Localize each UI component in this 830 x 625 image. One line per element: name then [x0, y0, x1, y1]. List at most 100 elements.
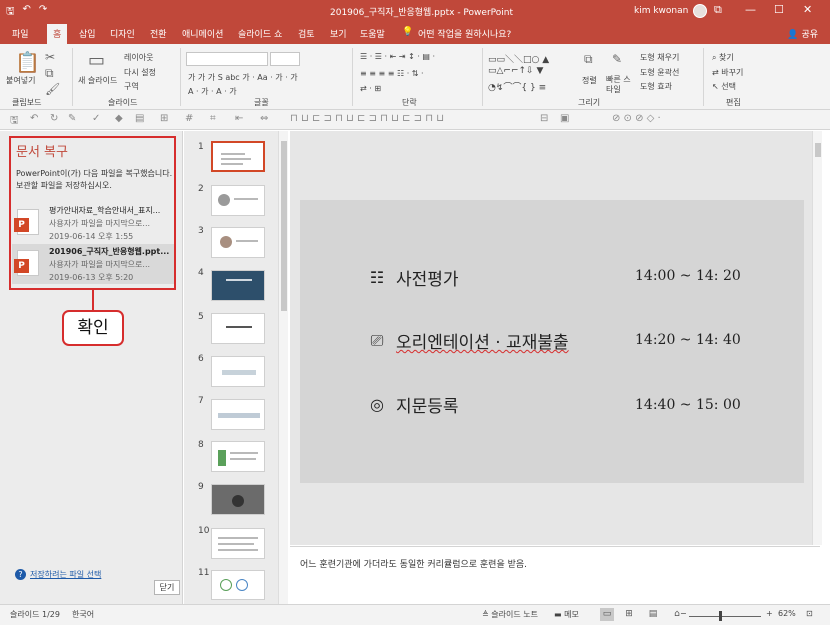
avatar[interactable]: [693, 4, 708, 18]
slide-thumbnail[interactable]: [211, 441, 265, 472]
shapes-gallery-row2[interactable]: ▭△⌐⌐↑⇩ ▼: [488, 66, 543, 76]
minimize-button[interactable]: —: [745, 3, 756, 16]
slide-notes-button[interactable]: ≜ 슬라이드 노트: [482, 609, 538, 620]
slide-thumbnail[interactable]: [211, 227, 265, 258]
reading-view-button[interactable]: ▤: [646, 608, 660, 621]
tell-me-search[interactable]: 어떤 작업을 원하시나요?: [418, 27, 511, 40]
new-slide-icon[interactable]: ▭: [88, 50, 105, 71]
close-window-button[interactable]: ✕: [803, 3, 812, 16]
maximize-button[interactable]: ☐: [774, 3, 784, 16]
redo-icon[interactable]: ↷: [39, 4, 47, 21]
tab-help[interactable]: 도움말: [360, 27, 385, 40]
tab-review[interactable]: 검토: [298, 27, 315, 40]
save-icon[interactable]: 🖫: [10, 113, 19, 130]
slide-thumbnail[interactable]: [211, 399, 265, 430]
format-painter-icon[interactable]: 🖌: [45, 82, 60, 96]
normal-view-button[interactable]: ▭: [600, 608, 614, 621]
quick-styles-button[interactable]: 빠른 스타일: [606, 75, 636, 95]
recovery-file-item[interactable]: P 평가안내자료_학습안내서_표지... 사용자가 파일을 마지막으로... 2…: [12, 203, 174, 243]
shape-fill-button[interactable]: 도형 채우기: [640, 52, 679, 63]
shape-effects-button[interactable]: 도형 효과: [640, 81, 672, 92]
comments-button[interactable]: ▬ 메모: [554, 609, 579, 620]
replace-button[interactable]: ⇄ 바꾸기: [712, 67, 743, 78]
zoom-out-button[interactable]: −: [680, 609, 687, 618]
ribbon-display-options-button[interactable]: ⧉: [714, 3, 722, 17]
font-formatting-buttons[interactable]: 가 가 가 S abc 가 · Aa · 가 · 가: [188, 72, 298, 83]
list-buttons[interactable]: ☰ · ☰ · ⇤ ⇥ ↕ · ▤ ·: [360, 52, 435, 61]
slide-thumbnail[interactable]: [211, 313, 265, 344]
slide-sorter-button[interactable]: ⊞: [622, 608, 636, 621]
redo-icon[interactable]: ↻: [50, 113, 58, 124]
font-size-input[interactable]: [270, 52, 300, 66]
zoom-slider-knob[interactable]: [719, 611, 722, 621]
font-name-input[interactable]: [186, 52, 268, 66]
undo-icon[interactable]: ↶: [30, 113, 38, 124]
grid-icon[interactable]: #: [185, 113, 193, 124]
arrange-button[interactable]: 정렬: [582, 75, 597, 86]
slide-thumbnail[interactable]: [211, 484, 265, 515]
format-icon[interactable]: ▤: [135, 113, 144, 124]
tab-transitions[interactable]: 전환: [150, 27, 167, 40]
copy-icon[interactable]: ⧉: [45, 66, 54, 81]
close-recovery-button[interactable]: 닫기: [154, 580, 180, 595]
align-icon[interactable]: ⇤: [235, 113, 243, 124]
zoom-in-button[interactable]: +: [766, 609, 773, 618]
layout-button[interactable]: 레이아웃: [124, 52, 153, 63]
agenda-item[interactable]: ⎚ 오리엔테이션 · 교재불출: [368, 328, 569, 353]
zoom-level[interactable]: 62%: [778, 609, 796, 618]
font-color-buttons[interactable]: A · 가 · A · 가: [188, 86, 237, 97]
distribute-icon[interactable]: ⇔: [260, 113, 268, 124]
paste-icon[interactable]: 📋: [15, 50, 40, 74]
save-icon[interactable]: 🖫: [6, 4, 15, 21]
arrange-icon[interactable]: ⧉: [584, 52, 593, 67]
tab-home[interactable]: 홈: [47, 24, 68, 45]
slide-thumbnail[interactable]: [211, 570, 265, 600]
tab-view[interactable]: 보기: [330, 27, 347, 40]
reset-button[interactable]: 다시 설정: [124, 67, 156, 78]
toolbar-more-icons[interactable]: ⊓ ⊔ ⊏ ⊐ ⊓ ⊔ ⊏ ⊐ ⊓ ⊔ ⊏ ⊐ ⊓ ⊔: [290, 113, 444, 124]
select-button[interactable]: ↖ 선택: [712, 81, 736, 92]
find-button[interactable]: ⌕ 찾기: [712, 52, 734, 63]
align-buttons[interactable]: ≡ ≡ ≡ ≡ ☷ · ⇅ ·: [360, 69, 424, 78]
shape-outline-button[interactable]: 도형 윤곽선: [640, 67, 679, 78]
slide-thumbnail[interactable]: [211, 270, 265, 301]
slide-scrollbar[interactable]: [812, 131, 822, 545]
slide-thumbnail[interactable]: [211, 185, 265, 216]
slide-thumbnail[interactable]: [211, 356, 265, 387]
notes-pane[interactable]: [290, 546, 820, 604]
fit-to-window-button[interactable]: ⊡: [806, 609, 813, 618]
user-account[interactable]: kim kwonan: [634, 4, 708, 18]
recovery-file-item-selected[interactable]: P 201906_구직자_반응형웹.ppt... 사용자가 파일을 마지막으로.…: [12, 244, 174, 284]
agenda-item[interactable]: ◎ 지문등록: [368, 392, 459, 417]
quick-styles-icon[interactable]: ✎: [612, 52, 622, 66]
tab-design[interactable]: 디자인: [110, 27, 135, 40]
misc-icons[interactable]: ⊘ ⊙ ⊘ ◇ ·: [612, 113, 661, 124]
text-box-icon[interactable]: ⊟: [540, 113, 548, 124]
crop-icon[interactable]: ⌗: [210, 113, 216, 124]
tab-insert[interactable]: 삽입: [79, 27, 96, 40]
cut-icon[interactable]: ✂: [45, 50, 55, 64]
slide-thumbnail-selected[interactable]: [211, 141, 265, 172]
slide-scroll-thumb[interactable]: [815, 143, 821, 157]
select-file-link[interactable]: ? 저장하려는 파일 선택: [15, 569, 101, 580]
picture-icon[interactable]: ▣: [560, 113, 569, 124]
agenda-item[interactable]: ☷ 사전평가: [368, 265, 459, 290]
section-button[interactable]: 구역: [124, 81, 139, 92]
notes-text[interactable]: 어느 훈련기관에 가더라도 동일한 커리큘럼으로 훈련을 받음.: [300, 557, 527, 570]
tab-slideshow[interactable]: 슬라이드 쇼: [238, 27, 282, 40]
pen-icon[interactable]: ✎: [68, 113, 76, 124]
shapes-gallery-row3[interactable]: ◔↯⌒⌒{ } ≡: [488, 80, 546, 93]
tab-animations[interactable]: 애니메이션: [182, 27, 223, 40]
shapes-icon[interactable]: ◆: [115, 113, 123, 124]
table-icon[interactable]: ⊞: [160, 113, 168, 124]
thumbnails-scrollbar[interactable]: [278, 131, 288, 604]
shapes-gallery[interactable]: ▭▭＼＼□○ ▲: [488, 52, 549, 65]
share-button[interactable]: 👤 공유: [787, 27, 818, 40]
text-direction-buttons[interactable]: ⇄ · ⊞: [360, 84, 381, 93]
zoom-slider[interactable]: [689, 616, 761, 617]
thumbnails-scroll-thumb[interactable]: [281, 141, 287, 311]
spelling-icon[interactable]: ✓: [92, 113, 100, 124]
undo-icon[interactable]: ↶: [23, 4, 31, 21]
slide-thumbnail[interactable]: [211, 528, 265, 559]
tab-file[interactable]: 파일: [12, 27, 29, 40]
